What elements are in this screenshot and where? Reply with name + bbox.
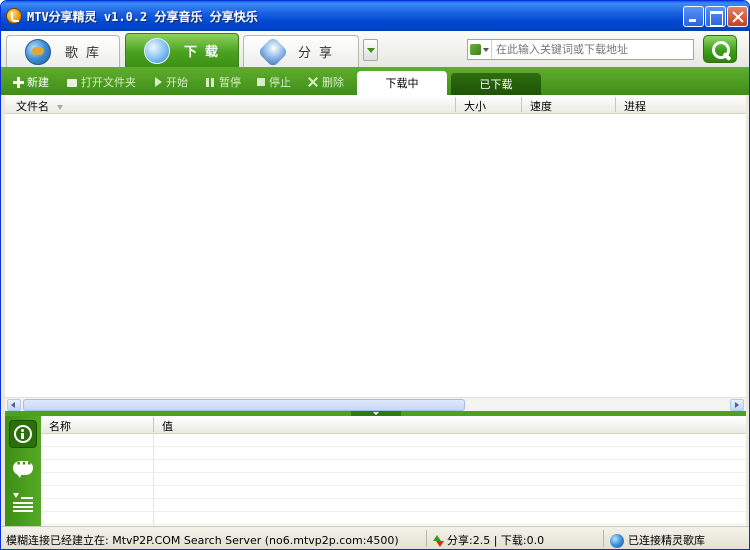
open-folder-label: 打开文件夹: [81, 76, 136, 89]
chat-bubble-icon: [13, 456, 33, 478]
close-button[interactable]: [727, 6, 748, 27]
column-header-name[interactable]: 名称: [49, 418, 71, 434]
tab-library-label: 歌库: [65, 46, 108, 61]
up-down-arrows-icon: [433, 535, 444, 547]
delete-label: 删除: [322, 76, 344, 89]
search-input[interactable]: [492, 43, 688, 56]
open-folder-button[interactable]: 打开文件夹: [67, 74, 136, 90]
delete-button[interactable]: 删除: [308, 74, 344, 90]
column-header-filename[interactable]: 文件名: [16, 98, 63, 114]
transfer-status: 分享:2.5 | 下载:0.0: [433, 532, 544, 548]
globe-icon: [610, 534, 624, 548]
queue-list-button[interactable]: [9, 488, 37, 516]
stop-icon: [257, 78, 265, 86]
table-row: [41, 473, 746, 486]
info-icon: [14, 425, 32, 443]
column-header-size[interactable]: 大小: [464, 98, 486, 114]
table-row: [41, 499, 746, 512]
tabs-dropdown-button[interactable]: [363, 39, 378, 61]
column-header-value[interactable]: 值: [162, 418, 173, 434]
minimize-button[interactable]: [683, 6, 704, 27]
tab-share[interactable]: 分享: [243, 35, 359, 68]
pause-label: 暂停: [219, 76, 241, 89]
tab-downloaded[interactable]: 已下载: [451, 73, 541, 95]
chat-button[interactable]: [9, 454, 37, 482]
sort-icon: [57, 104, 63, 110]
table-row: [41, 460, 746, 473]
window-title: MTV分享精灵 v1.0.2 分享音乐 分享快乐: [27, 10, 258, 24]
folder-icon: [67, 79, 77, 87]
tab-downloading[interactable]: 下载中: [357, 71, 447, 95]
search-button[interactable]: [703, 35, 737, 63]
stop-label: 停止: [269, 76, 291, 89]
column-header-progress[interactable]: 进程: [624, 98, 646, 114]
app-logo-icon: [6, 8, 22, 24]
main-nav: 歌库 下载 分享: [1, 31, 749, 68]
tab-download[interactable]: 下载: [125, 33, 239, 67]
download-list-header: 文件名 大小 速度 进程: [5, 95, 746, 114]
pause-button[interactable]: 暂停: [205, 74, 241, 90]
table-row: [41, 434, 746, 447]
horizontal-scrollbar[interactable]: [5, 397, 746, 411]
table-row: [41, 512, 746, 525]
detail-sidebar: [5, 416, 41, 526]
search-box: [467, 39, 694, 60]
status-bar: 模糊连接已经建立在: MtvP2P.COM Search Server (no6…: [1, 526, 749, 549]
connection-status: 模糊连接已经建立在: MtvP2P.COM Search Server (no6…: [6, 534, 399, 547]
table-row: [41, 447, 746, 460]
tab-library[interactable]: 歌库: [6, 35, 120, 67]
play-icon: [155, 77, 162, 87]
info-button[interactable]: [9, 420, 37, 448]
download-icon: [144, 37, 170, 64]
table-row: [41, 486, 746, 499]
scroll-left-button[interactable]: [7, 399, 21, 411]
start-label: 开始: [166, 76, 188, 89]
list-download-icon: [13, 493, 33, 512]
new-label: 新建: [27, 76, 49, 89]
download-list[interactable]: [5, 114, 746, 397]
globe-icon: [25, 38, 51, 65]
chevron-down-icon: [483, 47, 489, 52]
scroll-right-button[interactable]: [730, 399, 744, 411]
start-button[interactable]: 开始: [155, 74, 188, 90]
maximize-button[interactable]: [705, 6, 726, 27]
tab-download-label: 下载: [184, 45, 227, 60]
search-filter-dropdown[interactable]: [468, 40, 492, 59]
column-header-speed[interactable]: 速度: [530, 98, 552, 114]
library-status: 已连接精灵歌库: [610, 532, 705, 548]
title-bar: MTV分享精灵 v1.0.2 分享音乐 分享快乐: [1, 1, 749, 31]
download-toolbar: 新建 打开文件夹 开始 暂停 停止 删除 下载中 已下载: [1, 67, 749, 95]
share-cube-icon: [257, 35, 289, 68]
plus-icon: [13, 77, 24, 88]
app-window: MTV分享精灵 v1.0.2 分享音乐 分享快乐 歌库 下载 分享 在此输入关键…: [0, 0, 750, 550]
delete-icon: [308, 77, 318, 87]
stop-button[interactable]: 停止: [257, 74, 291, 90]
scrollbar-thumb[interactable]: [23, 399, 465, 411]
details-table-header: 名称 值: [41, 416, 746, 434]
details-table: 名称 值: [41, 416, 746, 526]
new-button[interactable]: 新建: [13, 74, 49, 90]
tab-share-label: 分享: [298, 46, 341, 61]
pause-icon: [205, 77, 215, 87]
filter-icon: [470, 44, 481, 55]
